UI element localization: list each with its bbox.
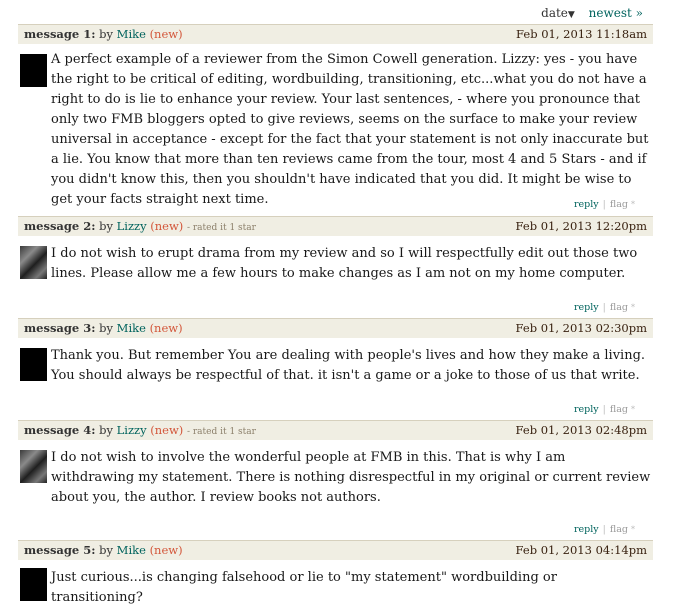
message-text: Just curious...is changing falsehood or … — [51, 570, 557, 605]
message-date-link[interactable]: Feb 01, 2013 02:48pm — [516, 421, 647, 440]
message-number: message 1: — [24, 27, 96, 41]
message-date-link[interactable]: Feb 01, 2013 12:20pm — [516, 217, 647, 236]
message-date-link[interactable]: Feb 01, 2013 11:18am — [516, 25, 647, 44]
message-text: I do not wish to erupt drama from my rev… — [51, 246, 638, 281]
reply-link[interactable]: reply — [574, 302, 599, 313]
by-label: by — [99, 543, 114, 557]
divider: | — [602, 199, 606, 210]
message-date-link[interactable]: Feb 01, 2013 04:14pm — [516, 541, 647, 560]
message-number: message 5: — [24, 543, 96, 557]
avatar[interactable] — [20, 450, 47, 483]
sort-bar: date▼ newest » — [541, 6, 643, 20]
message-text: A perfect example of a reviewer from the… — [51, 52, 649, 207]
divider: | — [602, 302, 606, 313]
message-2: message 2: by Lizzy (new) - rated it 1 s… — [18, 216, 653, 313]
rating-text: - rated it 1 star — [186, 427, 256, 437]
by-label: by — [99, 219, 114, 233]
message-number: message 4: — [24, 423, 96, 437]
message-header: message 4: by Lizzy (new) - rated it 1 s… — [18, 420, 653, 440]
message-actions: reply | flag * — [574, 524, 635, 535]
message-5: message 5: by Mike (new) Feb 01, 2013 04… — [18, 540, 653, 605]
flag-link[interactable]: flag — [610, 524, 628, 535]
new-badge: (new) — [149, 321, 183, 335]
user-link[interactable]: Mike — [117, 321, 146, 335]
reply-link[interactable]: reply — [574, 404, 599, 415]
user-link[interactable]: Mike — [117, 27, 146, 41]
sort-date-dropdown[interactable]: date▼ — [541, 6, 575, 20]
caret-down-icon: ▼ — [567, 10, 575, 20]
user-link[interactable]: Lizzy — [117, 219, 147, 233]
message-1: message 1: by Mike (new) Feb 01, 2013 11… — [18, 24, 653, 210]
avatar[interactable] — [20, 348, 47, 381]
message-text: I do not wish to involve the wonderful p… — [51, 450, 651, 505]
message-number: message 2: — [24, 219, 96, 233]
flag-link[interactable]: flag — [610, 404, 628, 415]
avatar[interactable] — [20, 246, 47, 279]
flag-link[interactable]: flag — [610, 302, 628, 313]
by-label: by — [99, 423, 114, 437]
flag-mark: * — [631, 200, 635, 209]
reply-link[interactable]: reply — [574, 199, 599, 210]
message-header: message 5: by Mike (new) Feb 01, 2013 04… — [18, 540, 653, 560]
message-actions: reply | flag * — [574, 199, 635, 210]
message-4: message 4: by Lizzy (new) - rated it 1 s… — [18, 420, 653, 535]
avatar[interactable] — [20, 54, 47, 87]
sort-date-label: date — [541, 6, 568, 20]
user-link[interactable]: Mike — [117, 543, 146, 557]
message-actions: reply | flag * — [574, 302, 635, 313]
message-header: message 2: by Lizzy (new) - rated it 1 s… — [18, 216, 653, 236]
message-3: message 3: by Mike (new) Feb 01, 2013 02… — [18, 318, 653, 415]
message-date-link[interactable]: Feb 01, 2013 02:30pm — [516, 319, 647, 338]
message-number: message 3: — [24, 321, 96, 335]
divider: | — [602, 404, 606, 415]
flag-mark: * — [631, 405, 635, 414]
sort-newest-link[interactable]: newest » — [589, 6, 643, 20]
flag-mark: * — [631, 303, 635, 312]
by-label: by — [99, 27, 114, 41]
message-text: Thank you. But remember You are dealing … — [51, 348, 646, 383]
rating-text: - rated it 1 star — [186, 223, 256, 233]
new-badge: (new) — [149, 27, 183, 41]
flag-mark: * — [631, 525, 635, 534]
avatar[interactable] — [20, 568, 47, 601]
message-header: message 1: by Mike (new) Feb 01, 2013 11… — [18, 24, 653, 44]
reply-link[interactable]: reply — [574, 524, 599, 535]
new-badge: (new) — [149, 543, 183, 557]
message-header: message 3: by Mike (new) Feb 01, 2013 02… — [18, 318, 653, 338]
flag-link[interactable]: flag — [610, 199, 628, 210]
new-badge: (new) — [150, 423, 184, 437]
user-link[interactable]: Lizzy — [117, 423, 147, 437]
by-label: by — [99, 321, 114, 335]
divider: | — [602, 524, 606, 535]
new-badge: (new) — [150, 219, 184, 233]
message-actions: reply | flag * — [574, 404, 635, 415]
